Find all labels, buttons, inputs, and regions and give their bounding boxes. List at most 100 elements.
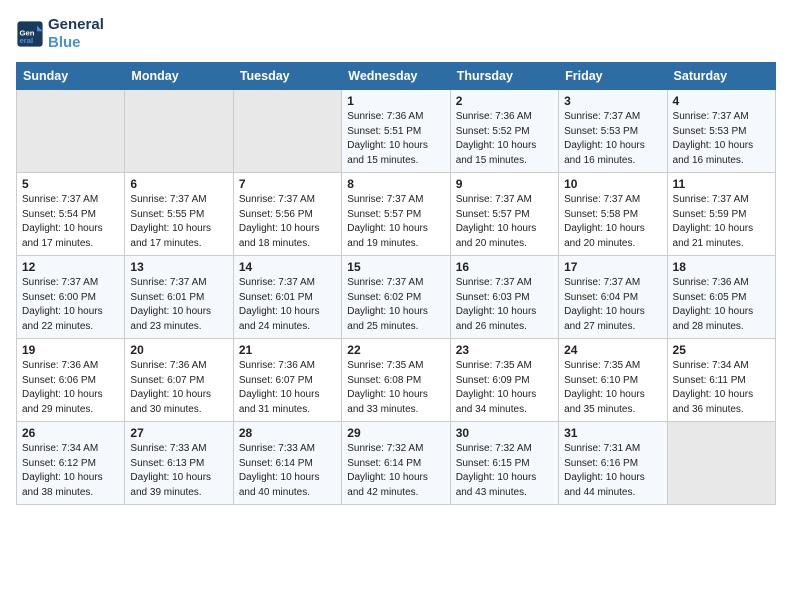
day-number: 20 [130, 343, 227, 357]
day-number: 2 [456, 94, 553, 108]
weekday-header-friday: Friday [559, 63, 667, 90]
day-info: Sunrise: 7:37 AMSunset: 5:56 PMDaylight:… [239, 193, 336, 251]
day-number: 24 [564, 343, 661, 357]
day-number: 22 [347, 343, 444, 357]
day-number: 16 [456, 260, 553, 274]
day-number: 12 [22, 260, 119, 274]
week-row-1: 1 Sunrise: 7:36 AMSunset: 5:51 PMDaylight… [17, 90, 776, 173]
calendar-cell: 22 Sunrise: 7:35 AMSunset: 6:08 PMDayligh… [342, 339, 450, 422]
day-info: Sunrise: 7:37 AMSunset: 5:53 PMDaylight:… [564, 110, 661, 168]
calendar-cell: 8 Sunrise: 7:37 AMSunset: 5:57 PMDaylight… [342, 173, 450, 256]
calendar-cell: 14 Sunrise: 7:37 AMSunset: 6:01 PMDayligh… [233, 256, 341, 339]
day-info: Sunrise: 7:37 AMSunset: 5:53 PMDaylight:… [673, 110, 770, 168]
day-info: Sunrise: 7:36 AMSunset: 6:06 PMDaylight:… [22, 359, 119, 417]
calendar-cell: 10 Sunrise: 7:37 AMSunset: 5:58 PMDayligh… [559, 173, 667, 256]
day-number: 28 [239, 426, 336, 440]
day-info: Sunrise: 7:37 AMSunset: 5:57 PMDaylight:… [456, 193, 553, 251]
calendar-cell: 13Sunrise: 7:37 AMSunset: 6:01 PMDayligh… [125, 256, 233, 339]
day-info: Sunrise: 7:36 AMSunset: 6:07 PMDaylight:… [239, 359, 336, 417]
calendar-cell: 11 Sunrise: 7:37 AMSunset: 5:59 PMDayligh… [667, 173, 775, 256]
logo-icon: Gen eral [16, 20, 44, 48]
day-number: 7 [239, 177, 336, 191]
day-info: Sunrise: 7:31 AMSunset: 6:16 PMDaylight:… [564, 442, 661, 500]
day-info: Sunrise: 7:36 AMSunset: 5:51 PMDaylight:… [347, 110, 444, 168]
day-info: Sunrise: 7:37 AMSunset: 6:02 PMDaylight:… [347, 276, 444, 334]
day-number: 26 [22, 426, 119, 440]
day-number: 27 [130, 426, 227, 440]
calendar-cell: 17Sunrise: 7:37 AMSunset: 6:04 PMDayligh… [559, 256, 667, 339]
day-info: Sunrise: 7:37 AMSunset: 6:01 PMDaylight:… [239, 276, 336, 334]
calendar-cell: 3 Sunrise: 7:37 AMSunset: 5:53 PMDaylight… [559, 90, 667, 173]
calendar-cell: 26 Sunrise: 7:34 AMSunset: 6:12 PMDayligh… [17, 422, 125, 505]
week-row-2: 5 Sunrise: 7:37 AMSunset: 5:54 PMDaylight… [17, 173, 776, 256]
calendar-cell: 20 Sunrise: 7:36 AMSunset: 6:07 PMDayligh… [125, 339, 233, 422]
day-number: 11 [673, 177, 770, 191]
weekday-header-wednesday: Wednesday [342, 63, 450, 90]
weekday-header-row: SundayMondayTuesdayWednesdayThursdayFrid… [17, 63, 776, 90]
calendar-cell: 23 Sunrise: 7:35 AMSunset: 6:09 PMDayligh… [450, 339, 558, 422]
calendar-cell: 27 Sunrise: 7:33 AMSunset: 6:13 PMDayligh… [125, 422, 233, 505]
day-info: Sunrise: 7:33 AMSunset: 6:13 PMDaylight:… [130, 442, 227, 500]
day-number: 13 [130, 260, 227, 274]
day-info: Sunrise: 7:37 AMSunset: 6:04 PMDaylight:… [564, 276, 661, 334]
calendar-cell: 7 Sunrise: 7:37 AMSunset: 5:56 PMDaylight… [233, 173, 341, 256]
calendar-cell: 6 Sunrise: 7:37 AMSunset: 5:55 PMDaylight… [125, 173, 233, 256]
calendar-cell: 9 Sunrise: 7:37 AMSunset: 5:57 PMDaylight… [450, 173, 558, 256]
weekday-header-monday: Monday [125, 63, 233, 90]
day-number: 31 [564, 426, 661, 440]
day-number: 4 [673, 94, 770, 108]
day-info: Sunrise: 7:36 AMSunset: 6:07 PMDaylight:… [130, 359, 227, 417]
calendar-cell: 19 Sunrise: 7:36 AMSunset: 6:06 PMDayligh… [17, 339, 125, 422]
calendar-cell: 16 Sunrise: 7:37 AMSunset: 6:03 PMDayligh… [450, 256, 558, 339]
calendar-cell [125, 90, 233, 173]
day-number: 1 [347, 94, 444, 108]
calendar-cell: 30Sunrise: 7:32 AMSunset: 6:15 PMDayligh… [450, 422, 558, 505]
day-number: 14 [239, 260, 336, 274]
calendar-cell: 4 Sunrise: 7:37 AMSunset: 5:53 PMDaylight… [667, 90, 775, 173]
day-number: 8 [347, 177, 444, 191]
day-info: Sunrise: 7:35 AMSunset: 6:08 PMDaylight:… [347, 359, 444, 417]
calendar-cell: 1 Sunrise: 7:36 AMSunset: 5:51 PMDaylight… [342, 90, 450, 173]
logo: Gen eral General Blue [16, 16, 104, 52]
calendar-cell: 28 Sunrise: 7:33 AMSunset: 6:14 PMDayligh… [233, 422, 341, 505]
day-number: 30 [456, 426, 553, 440]
logo-text: General Blue [48, 16, 104, 52]
day-number: 6 [130, 177, 227, 191]
week-row-4: 19 Sunrise: 7:36 AMSunset: 6:06 PMDayligh… [17, 339, 776, 422]
day-info: Sunrise: 7:34 AMSunset: 6:12 PMDaylight:… [22, 442, 119, 500]
day-info: Sunrise: 7:34 AMSunset: 6:11 PMDaylight:… [673, 359, 770, 417]
day-number: 18 [673, 260, 770, 274]
day-info: Sunrise: 7:35 AMSunset: 6:09 PMDaylight:… [456, 359, 553, 417]
day-info: Sunrise: 7:33 AMSunset: 6:14 PMDaylight:… [239, 442, 336, 500]
day-number: 10 [564, 177, 661, 191]
svg-text:eral: eral [20, 36, 34, 45]
day-number: 23 [456, 343, 553, 357]
page-container: Gen eral General Blue SundayMondayTuesda… [0, 0, 792, 513]
day-number: 19 [22, 343, 119, 357]
calendar-cell: 18Sunrise: 7:36 AMSunset: 6:05 PMDayligh… [667, 256, 775, 339]
day-info: Sunrise: 7:37 AMSunset: 6:03 PMDaylight:… [456, 276, 553, 334]
calendar-cell: 15Sunrise: 7:37 AMSunset: 6:02 PMDayligh… [342, 256, 450, 339]
calendar-cell: 2Sunrise: 7:36 AMSunset: 5:52 PMDaylight… [450, 90, 558, 173]
calendar-cell: 12 Sunrise: 7:37 AMSunset: 6:00 PMDayligh… [17, 256, 125, 339]
day-number: 3 [564, 94, 661, 108]
calendar-cell [17, 90, 125, 173]
day-info: Sunrise: 7:37 AMSunset: 5:57 PMDaylight:… [347, 193, 444, 251]
day-info: Sunrise: 7:32 AMSunset: 6:14 PMDaylight:… [347, 442, 444, 500]
day-info: Sunrise: 7:37 AMSunset: 5:55 PMDaylight:… [130, 193, 227, 251]
calendar-cell [233, 90, 341, 173]
day-number: 9 [456, 177, 553, 191]
day-number: 5 [22, 177, 119, 191]
calendar-cell: 29Sunrise: 7:32 AMSunset: 6:14 PMDayligh… [342, 422, 450, 505]
day-info: Sunrise: 7:37 AMSunset: 6:00 PMDaylight:… [22, 276, 119, 334]
calendar-cell: 25Sunrise: 7:34 AMSunset: 6:11 PMDayligh… [667, 339, 775, 422]
calendar-cell: 21Sunrise: 7:36 AMSunset: 6:07 PMDayligh… [233, 339, 341, 422]
week-row-5: 26 Sunrise: 7:34 AMSunset: 6:12 PMDayligh… [17, 422, 776, 505]
header: Gen eral General Blue [16, 16, 776, 52]
weekday-header-thursday: Thursday [450, 63, 558, 90]
calendar-cell [667, 422, 775, 505]
day-info: Sunrise: 7:37 AMSunset: 5:54 PMDaylight:… [22, 193, 119, 251]
day-info: Sunrise: 7:37 AMSunset: 5:59 PMDaylight:… [673, 193, 770, 251]
calendar-cell: 5 Sunrise: 7:37 AMSunset: 5:54 PMDaylight… [17, 173, 125, 256]
day-info: Sunrise: 7:37 AMSunset: 5:58 PMDaylight:… [564, 193, 661, 251]
